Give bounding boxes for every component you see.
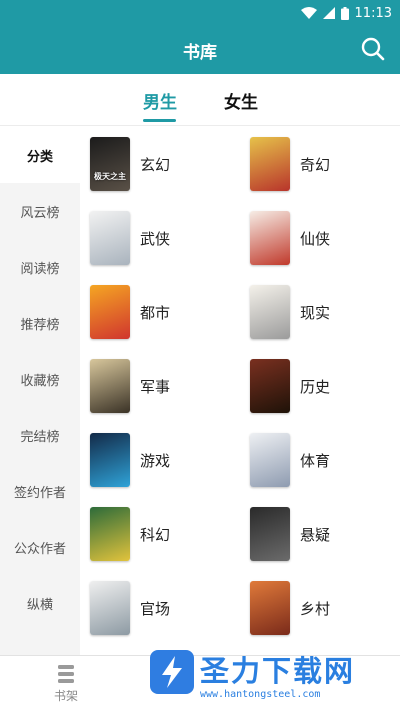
category-label: 现实 [300,304,331,322]
sidebar-item-collect-rank[interactable]: 收藏榜 [0,351,80,407]
category-item[interactable]: 历史 [240,349,400,423]
category-item[interactable]: 悬疑 [240,497,400,571]
sidebar-item-zongheng[interactable]: 纵横 [0,575,80,631]
sidebar-item-fengyun[interactable]: 风云榜 [0,183,80,239]
tab-male[interactable]: 男生 [143,88,177,113]
category-label: 军事 [140,378,171,396]
sidebar-item-finished-rank[interactable]: 完结榜 [0,407,80,463]
category-label: 游戏 [140,452,171,470]
battery-icon [340,6,349,20]
book-cover [90,285,130,339]
category-grid: 极天之主 玄幻 奇幻 武侠 仙侠 都市 现实 军事 历史 游戏 体育 科幻 悬疑… [80,127,400,655]
category-label: 乡村 [300,600,331,618]
book-cover [250,137,290,191]
category-label: 仙侠 [300,230,331,248]
category-item[interactable]: 游戏 [80,423,240,497]
bookshelf-icon [58,665,74,683]
book-cover [250,359,290,413]
category-item[interactable]: 奇幻 [240,127,400,201]
category-label: 玄幻 [140,156,171,174]
book-cover [250,285,290,339]
category-item[interactable]: 武侠 [80,201,240,275]
bookshelf-label: 书架 [53,689,78,703]
sidebar-item-category[interactable]: 分类 [0,127,80,183]
sidebar-item-public-authors[interactable]: 公众作者 [0,519,80,575]
category-item[interactable]: 乡村 [240,571,400,645]
search-button[interactable] [360,36,386,62]
book-cover: 极天之主 [90,137,130,191]
sidebar-item-recommend-rank[interactable]: 推荐榜 [0,295,80,351]
watermark-logo [150,650,194,694]
category-item[interactable]: 现实 [240,275,400,349]
book-cover [90,211,130,265]
book-cover [90,507,130,561]
watermark-url: www.hantongsteel.com [200,689,321,700]
book-cover [90,581,130,635]
category-item[interactable]: 都市 [80,275,240,349]
bottom-nav-bookshelf[interactable]: 书架 [44,664,88,704]
sidebar-item-signed-authors[interactable]: 签约作者 [0,463,80,519]
category-label: 奇幻 [300,156,331,174]
gender-tabs: 男生 女生 [0,74,400,126]
category-label: 体育 [300,452,331,470]
category-label: 都市 [140,304,171,322]
category-label: 科幻 [140,526,171,544]
sidebar: 分类 风云榜 阅读榜 推荐榜 收藏榜 完结榜 签约作者 公众作者 纵横 [0,127,80,655]
category-label: 武侠 [140,230,171,248]
book-cover [250,211,290,265]
page-title: 书库 [183,43,217,63]
category-item[interactable]: 科幻 [80,497,240,571]
watermark: 圣力下载网 www.hantongsteel.com [150,646,400,710]
lightning-icon [162,656,182,688]
book-cover [250,581,290,635]
book-cover [250,507,290,561]
watermark-title: 圣力下载网 [200,654,356,688]
category-item[interactable]: 体育 [240,423,400,497]
wifi-icon [300,7,317,19]
tab-female[interactable]: 女生 [224,88,258,113]
category-label: 历史 [300,378,331,396]
app-header: 11:13 书库 [0,0,400,74]
category-item[interactable]: 官场 [80,571,240,645]
category-label: 官场 [140,600,171,618]
sidebar-item-read-rank[interactable]: 阅读榜 [0,239,80,295]
status-bar: 11:13 [300,4,392,22]
book-cover [90,433,130,487]
category-item[interactable]: 极天之主 玄幻 [80,127,240,201]
category-item[interactable]: 军事 [80,349,240,423]
book-cover [90,359,130,413]
status-time: 11:13 [354,5,392,21]
category-label: 悬疑 [300,526,331,544]
book-cover [250,433,290,487]
search-icon [361,37,385,61]
category-item[interactable]: 仙侠 [240,201,400,275]
tab-active-indicator [143,119,176,122]
signal-icon [322,7,335,19]
